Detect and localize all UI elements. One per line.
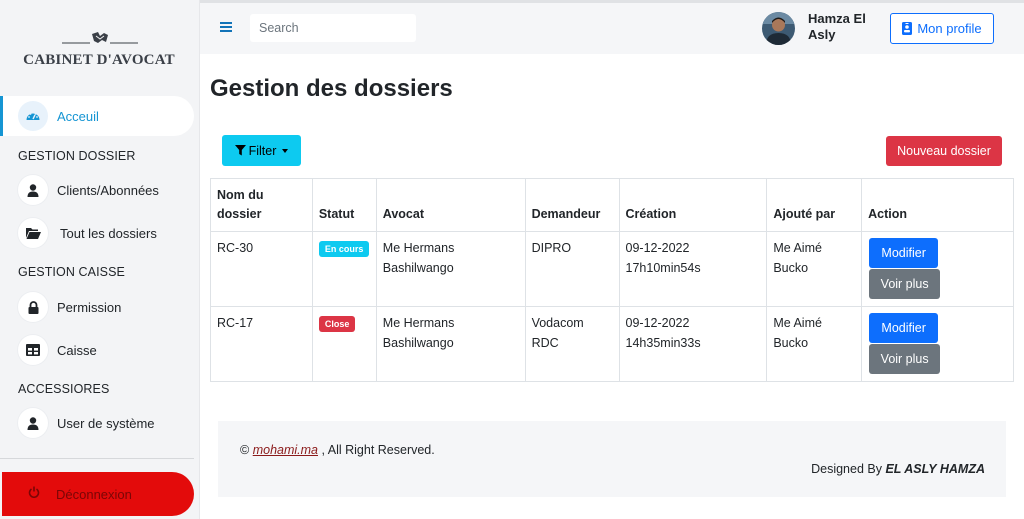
copyright-symbol: © <box>240 443 250 457</box>
filter-dropdown-button[interactable]: Filter <box>222 135 301 166</box>
cell-action: Modifier Voir plus <box>861 231 1014 307</box>
cell-action: Modifier Voir plus <box>861 306 1014 382</box>
sidebar-item-caisse[interactable]: Caisse <box>18 330 194 370</box>
section-heading-gestion-caisse: GESTION CAISSE <box>18 265 125 279</box>
sidebar-item-permission[interactable]: Permission <box>18 287 194 327</box>
cell-demandeur: DIPRO <box>524 231 620 307</box>
cell-avocat: Me Hermans Bashilwango <box>375 231 526 307</box>
table-row: RC-30 En cours Me Hermans Bashilwango DI… <box>210 231 1014 307</box>
table-icon <box>18 335 48 365</box>
lock-icon <box>18 292 48 322</box>
folder-open-icon <box>18 218 48 248</box>
hamburger-menu-icon[interactable] <box>220 21 232 33</box>
column-header[interactable]: Nom du dossier <box>210 178 313 232</box>
table-row: RC-17 Close Me Hermans Bashilwango Vodac… <box>210 306 1014 382</box>
status-badge: Close <box>318 315 356 332</box>
user-name: Hamza El Asly <box>808 11 866 42</box>
logo[interactable]: CABINET D'AVOCAT <box>0 28 200 72</box>
power-icon <box>28 485 40 503</box>
column-header[interactable]: Création <box>618 178 768 232</box>
sidebar: CABINET D'AVOCAT Acceuil GESTION DOSSIER… <box>0 0 200 519</box>
sidebar-item-label: Permission <box>57 299 122 315</box>
sidebar-item-label: Acceuil <box>57 108 99 124</box>
cell-nom: RC-17 <box>210 306 313 382</box>
topbar: Hamza El Asly Mon profile <box>200 0 1024 54</box>
table-header-row: Nom du dossier Statut Avocat Demandeur C… <box>210 178 1014 232</box>
avatar[interactable] <box>762 12 795 45</box>
user-icon <box>18 175 48 205</box>
designed-by-text: Designed By EL ASLY HAMZA <box>811 462 985 476</box>
cell-creation: 09-12-2022 17h10min54s <box>618 231 768 307</box>
id-badge-icon <box>902 22 913 35</box>
sidebar-item-label: Caisse <box>57 342 97 358</box>
site-link[interactable]: mohami.ma <box>253 443 318 457</box>
logout-label: Déconnexion <box>56 486 132 502</box>
sidebar-item-label: Clients/Abonnées <box>57 182 159 198</box>
sidebar-item-label: Tout les dossiers <box>60 225 157 241</box>
logout-button[interactable]: Déconnexion <box>2 472 194 516</box>
dossiers-table: Nom du dossier Statut Avocat Demandeur C… <box>210 178 1014 382</box>
section-heading-gestion-dossier: GESTION DOSSIER <box>18 149 136 163</box>
cell-nom: RC-30 <box>210 231 313 307</box>
user-icon <box>18 408 48 438</box>
column-header[interactable]: Ajouté par <box>766 178 863 232</box>
caret-down-icon <box>282 148 289 153</box>
sidebar-divider <box>0 458 194 459</box>
filter-icon <box>234 145 246 156</box>
copyright-text: © mohami.ma , All Right Reserved. <box>240 443 435 457</box>
modifier-button[interactable]: Modifier <box>869 313 939 343</box>
page-title: Gestion des dossiers <box>210 75 453 102</box>
logo-text: CABINET D'AVOCAT <box>23 52 175 68</box>
my-profile-label: Mon profile <box>917 21 982 36</box>
search-input[interactable] <box>250 14 416 42</box>
designer-name: EL ASLY HAMZA <box>885 462 985 476</box>
column-header[interactable]: Statut <box>311 178 377 232</box>
status-badge: En cours <box>318 240 370 257</box>
sidebar-item-user-systeme[interactable]: User de système <box>18 403 194 443</box>
gauge-icon <box>18 101 48 131</box>
cell-avocat: Me Hermans Bashilwango <box>375 306 526 382</box>
sidebar-item-label: User de système <box>57 415 155 431</box>
cell-ajoute-par: Me Aimé Bucko <box>766 231 863 307</box>
sidebar-item-clients[interactable]: Clients/Abonnées <box>18 170 194 210</box>
section-heading-accessiores: ACCESSIORES <box>18 382 110 396</box>
footer: © mohami.ma , All Right Reserved. Design… <box>218 421 1006 497</box>
designed-by-prefix: Designed By <box>811 462 882 476</box>
cell-ajoute-par: Me Aimé Bucko <box>766 306 863 382</box>
filter-label: Filter <box>248 143 277 158</box>
column-header[interactable]: Demandeur <box>524 178 620 232</box>
column-header[interactable]: Action <box>861 178 1014 232</box>
rights-text: , All Right Reserved. <box>321 443 435 457</box>
cell-demandeur: Vodacom RDC <box>524 306 620 382</box>
new-dossier-button[interactable]: Nouveau dossier <box>886 136 1002 166</box>
column-header[interactable]: Avocat <box>375 178 526 232</box>
cell-statut: Close <box>311 306 377 382</box>
voir-plus-button[interactable]: Voir plus <box>869 344 941 374</box>
my-profile-button[interactable]: Mon profile <box>890 13 994 44</box>
scales-logo-icon <box>62 32 138 44</box>
sidebar-item-dossiers[interactable]: Tout les dossiers <box>18 213 194 253</box>
cell-creation: 09-12-2022 14h35min33s <box>618 306 768 382</box>
cell-statut: En cours <box>311 231 377 307</box>
voir-plus-button[interactable]: Voir plus <box>869 269 941 299</box>
sidebar-item-acceuil[interactable]: Acceuil <box>0 96 194 136</box>
modifier-button[interactable]: Modifier <box>869 238 939 268</box>
